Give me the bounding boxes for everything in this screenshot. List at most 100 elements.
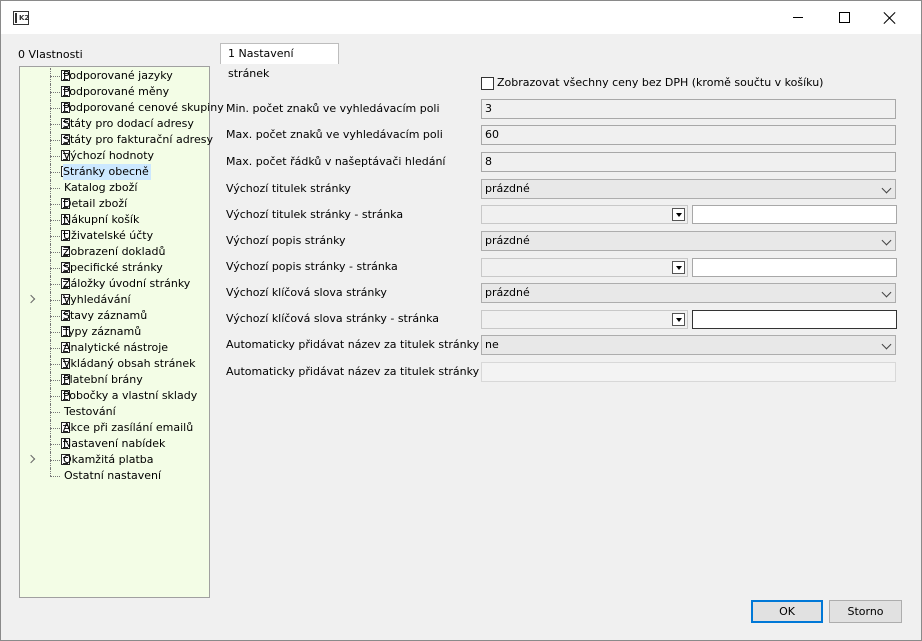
keywords-label: Výchozí klíčová slova stránky [226, 286, 387, 299]
tree-item-label: Pobočky a vlastní sklady [63, 389, 198, 402]
keywords-page-select[interactable] [481, 310, 688, 329]
keywords-page-label: Výchozí klíčová slova stránky - stránka [226, 312, 440, 325]
close-icon [884, 12, 896, 24]
tree-item-label: Výchozí hodnoty [63, 149, 155, 162]
tree-connector-line [50, 76, 60, 77]
minimize-button[interactable] [775, 1, 821, 34]
chevron-right-icon[interactable] [26, 454, 36, 464]
tree-connector-line [50, 236, 60, 237]
tree-item-label: Specifické stránky [63, 261, 163, 274]
tree-connector-line [50, 124, 60, 125]
dropdown-arrow-icon[interactable] [672, 208, 685, 221]
tree-connector-line [50, 268, 60, 269]
tree-connector-line [50, 300, 60, 301]
title-select-value: prázdné [485, 182, 530, 195]
tree-connector-line [50, 172, 60, 173]
max-rows-input[interactable]: 8 [481, 152, 896, 172]
max-rows-label: Max. počet řádků v našeptávači hledání [226, 155, 446, 168]
tree-item-label: Nastavení nabídek [63, 437, 166, 450]
tree-item-label: Akce při zasílání emailů [63, 421, 194, 434]
tree-connector-line [50, 156, 60, 157]
min-chars-input[interactable]: 3 [481, 99, 896, 119]
chevron-right-icon[interactable] [26, 294, 36, 304]
tab-page-settings[interactable]: 1 Nastavení stránek [220, 43, 339, 80]
desc-page-select[interactable] [481, 258, 688, 277]
tree-item[interactable]: Podporované měny [20, 84, 209, 100]
tree-item[interactable]: Státy pro dodací adresy [20, 116, 209, 132]
tree-item-label: Typy záznamů [63, 325, 142, 338]
title-page-select[interactable] [481, 205, 688, 224]
tree-item[interactable]: Stránky obecně [20, 164, 209, 180]
tree-item-label: Státy pro fakturační adresy [63, 133, 213, 146]
tree-connector-line [50, 332, 60, 333]
vat-checkbox[interactable] [481, 77, 494, 90]
tree-item-label: Ostatní nastavení [64, 469, 162, 482]
dialog-window: K2 0 Vlastnosti Podporované jazyky Podpor… [0, 0, 922, 641]
tree-item[interactable]: Ostatní nastavení [20, 468, 209, 484]
tree-item-label: Stránky obecně [63, 164, 151, 180]
tree-item[interactable]: Okamžitá platba [20, 452, 209, 468]
keywords-select[interactable]: prázdné [481, 283, 896, 303]
maximize-button[interactable] [821, 1, 867, 34]
auto-name-select-value: ne [485, 338, 499, 351]
tree-item[interactable]: Katalog zboží [20, 180, 209, 196]
tree-connector-line [50, 316, 60, 317]
tree-item-label: Podporované měny [63, 85, 170, 98]
title-page-input[interactable] [692, 205, 897, 224]
chevron-down-icon [881, 339, 892, 350]
desc-page-label: Výchozí popis stránky - stránka [226, 260, 398, 273]
tree-item[interactable]: Vyhledávání [20, 292, 209, 308]
tree-item[interactable]: Státy pro fakturační adresy [20, 132, 213, 148]
auto-name-label: Automaticky přidávat název za titulek st… [226, 338, 480, 351]
tree-item[interactable]: Akce při zasílání emailů [20, 420, 209, 436]
tree-item[interactable]: Specifické stránky [20, 260, 209, 276]
tree-connector-line [50, 412, 60, 413]
tree-item[interactable]: Podporované jazyky [20, 68, 209, 84]
title-select[interactable]: prázdné [481, 179, 896, 199]
tree-item-label: Nákupní košík [63, 213, 140, 226]
tree-item[interactable]: Testování [20, 404, 209, 420]
tree-item[interactable]: Uživatelské účty [20, 228, 209, 244]
tree-item-label: Okamžitá platba [63, 453, 154, 466]
tree-item[interactable]: Nákupní košík [20, 212, 209, 228]
app-logo-icon: K2 [13, 11, 29, 25]
properties-tree[interactable]: Podporované jazyky Podporované měny Podpor… [19, 66, 224, 598]
desc-label: Výchozí popis stránky [226, 234, 346, 247]
max-chars-input[interactable]: 60 [481, 125, 896, 145]
dropdown-arrow-icon[interactable] [672, 261, 685, 274]
keywords-page-input[interactable] [692, 310, 897, 329]
cancel-button[interactable]: Storno [829, 600, 902, 623]
desc-select[interactable]: prázdné [481, 231, 896, 251]
tree-item[interactable]: Záložky úvodní stránky [20, 276, 209, 292]
auto-name2-label: Automaticky přidávat název za titulek st… [226, 365, 511, 378]
tree-connector-line [50, 92, 60, 93]
tree-connector-line [50, 348, 60, 349]
tree-item-label: Záložky úvodní stránky [63, 277, 191, 290]
auto-name-select[interactable]: ne [481, 335, 896, 355]
tree-item[interactable]: Podporované cenové skupiny [20, 100, 224, 116]
tree-item[interactable]: Platební brány [20, 372, 209, 388]
ok-button[interactable]: OK [751, 600, 823, 623]
close-button[interactable] [867, 1, 913, 34]
tree-item-label: Stavy záznamů [63, 309, 148, 322]
tree-item[interactable]: Nastavení nabídek [20, 436, 209, 452]
tree-item-label: Zobrazení dokladů [63, 245, 166, 258]
tree-item[interactable]: Pobočky a vlastní sklady [20, 388, 209, 404]
vat-checkbox-label: Zobrazovat všechny ceny bez DPH (kromě s… [497, 76, 824, 89]
tree-item[interactable]: Typy záznamů [20, 324, 209, 340]
tree-item[interactable]: Vkládaný obsah stránek [20, 356, 209, 372]
tree-item-label: Platební brány [63, 373, 143, 386]
tree-connector-line [50, 252, 60, 253]
chevron-down-icon [881, 183, 892, 194]
tree-connector-line [50, 204, 60, 205]
tree-item[interactable]: Zobrazení dokladů [20, 244, 209, 260]
tree-item[interactable]: Detail zboží [20, 196, 209, 212]
tree-item[interactable]: Analytické nástroje [20, 340, 209, 356]
desc-page-input[interactable] [692, 258, 897, 277]
tree-connector-line [50, 460, 60, 461]
tree-item[interactable]: Výchozí hodnoty [20, 148, 209, 164]
tree-item[interactable]: Stavy záznamů [20, 308, 209, 324]
dropdown-arrow-icon[interactable] [672, 313, 685, 326]
tree-connector-line [50, 444, 60, 445]
tree-item-label: Vyhledávání [63, 293, 131, 306]
